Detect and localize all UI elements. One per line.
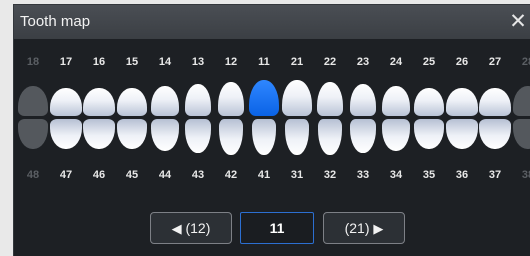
tooth-33[interactable] — [350, 119, 376, 153]
lower-tooth-number: 32 — [323, 169, 337, 181]
tooth-11[interactable] — [249, 80, 279, 116]
lower-tooth-numbers: 48 47 46 45 44 43 42 41 31 32 33 34 35 36 37 38 — [14, 169, 530, 185]
triangle-right-icon: ▶ — [373, 221, 384, 236]
tooth-46[interactable] — [83, 119, 115, 149]
tooth-31[interactable] — [285, 119, 309, 155]
tooth-41[interactable] — [252, 119, 276, 155]
tooth-18 — [18, 86, 48, 116]
upper-tooth-number: 23 — [356, 56, 370, 68]
tooth-27[interactable] — [479, 88, 511, 116]
lower-tooth-number: 36 — [455, 169, 469, 181]
tooth-28 — [513, 86, 530, 116]
tooth-12[interactable] — [218, 82, 244, 116]
tooth-43[interactable] — [185, 119, 211, 153]
triangle-left-icon: ◀ — [171, 221, 182, 236]
tooth-34[interactable] — [382, 119, 410, 151]
title-bar: Tooth map ✕ — [14, 5, 530, 39]
tooth-17[interactable] — [50, 88, 82, 116]
previous-tooth-button[interactable]: ◀ (12) — [150, 212, 232, 244]
lower-tooth-number: 45 — [125, 169, 139, 181]
tooth-48 — [18, 119, 48, 149]
next-tooth-button[interactable]: (21) ▶ — [323, 212, 405, 244]
lower-tooth-number: 44 — [158, 169, 172, 181]
lower-tooth-number: 42 — [224, 169, 238, 181]
lower-tooth-number: 34 — [389, 169, 403, 181]
upper-tooth-numbers: 18 17 16 15 14 13 12 11 21 22 23 24 25 26 27 28 — [14, 56, 530, 72]
tooth-36[interactable] — [446, 119, 478, 149]
upper-tooth-number: 22 — [323, 56, 337, 68]
upper-tooth-number: 12 — [224, 56, 238, 68]
next-tooth-label: (21) — [344, 220, 370, 236]
tooth-32[interactable] — [318, 119, 342, 155]
lower-tooth-number: 35 — [422, 169, 436, 181]
upper-tooth-number: 21 — [290, 56, 304, 68]
upper-tooth-number: 15 — [125, 56, 139, 68]
tooth-42[interactable] — [219, 119, 243, 155]
lower-tooth-number: 33 — [356, 169, 370, 181]
close-icon[interactable]: ✕ — [508, 11, 528, 33]
upper-tooth-number: 24 — [389, 56, 403, 68]
upper-tooth-number: 28 — [521, 56, 530, 68]
tooth-24[interactable] — [382, 86, 410, 116]
upper-tooth-number: 25 — [422, 56, 436, 68]
lower-tooth-number: 41 — [257, 169, 271, 181]
upper-tooth-number: 13 — [191, 56, 205, 68]
tooth-45[interactable] — [117, 119, 147, 149]
tooth-25[interactable] — [414, 88, 444, 116]
lower-tooth-number: 48 — [26, 169, 40, 181]
upper-tooth-number: 16 — [92, 56, 106, 68]
tooth-13[interactable] — [185, 84, 211, 116]
tooth-21[interactable] — [282, 80, 312, 116]
tooth-35[interactable] — [414, 119, 444, 149]
upper-tooth-number: 26 — [455, 56, 469, 68]
tooth-23[interactable] — [350, 84, 376, 116]
lower-tooth-number: 43 — [191, 169, 205, 181]
lower-tooth-number: 47 — [59, 169, 73, 181]
lower-tooth-number: 37 — [488, 169, 502, 181]
lower-tooth-number: 46 — [92, 169, 106, 181]
dialog-title: Tooth map — [20, 13, 91, 30]
upper-tooth-number: 11 — [258, 56, 270, 68]
tooth-38 — [513, 119, 530, 149]
tooth-37[interactable] — [479, 119, 511, 149]
tooth-14[interactable] — [151, 86, 179, 116]
upper-tooth-number: 17 — [59, 56, 73, 68]
tooth-16[interactable] — [83, 88, 115, 116]
tooth-map-dialog: Tooth map ✕ 18 17 16 15 14 13 12 11 21 22 23 24 25 26… — [14, 5, 530, 256]
upper-tooth-number: 14 — [158, 56, 172, 68]
tooth-47[interactable] — [50, 119, 82, 149]
tooth-26[interactable] — [446, 88, 478, 116]
tooth-44[interactable] — [151, 119, 179, 151]
lower-tooth-number: 31 — [290, 169, 304, 181]
previous-tooth-label: (12) — [185, 220, 211, 236]
upper-tooth-number: 18 — [26, 56, 40, 68]
tooth-22[interactable] — [317, 82, 343, 116]
current-tooth-field[interactable]: 11 — [240, 212, 314, 244]
lower-tooth-number: 38 — [521, 169, 530, 181]
tooth-15[interactable] — [117, 88, 147, 116]
upper-tooth-number: 27 — [488, 56, 502, 68]
